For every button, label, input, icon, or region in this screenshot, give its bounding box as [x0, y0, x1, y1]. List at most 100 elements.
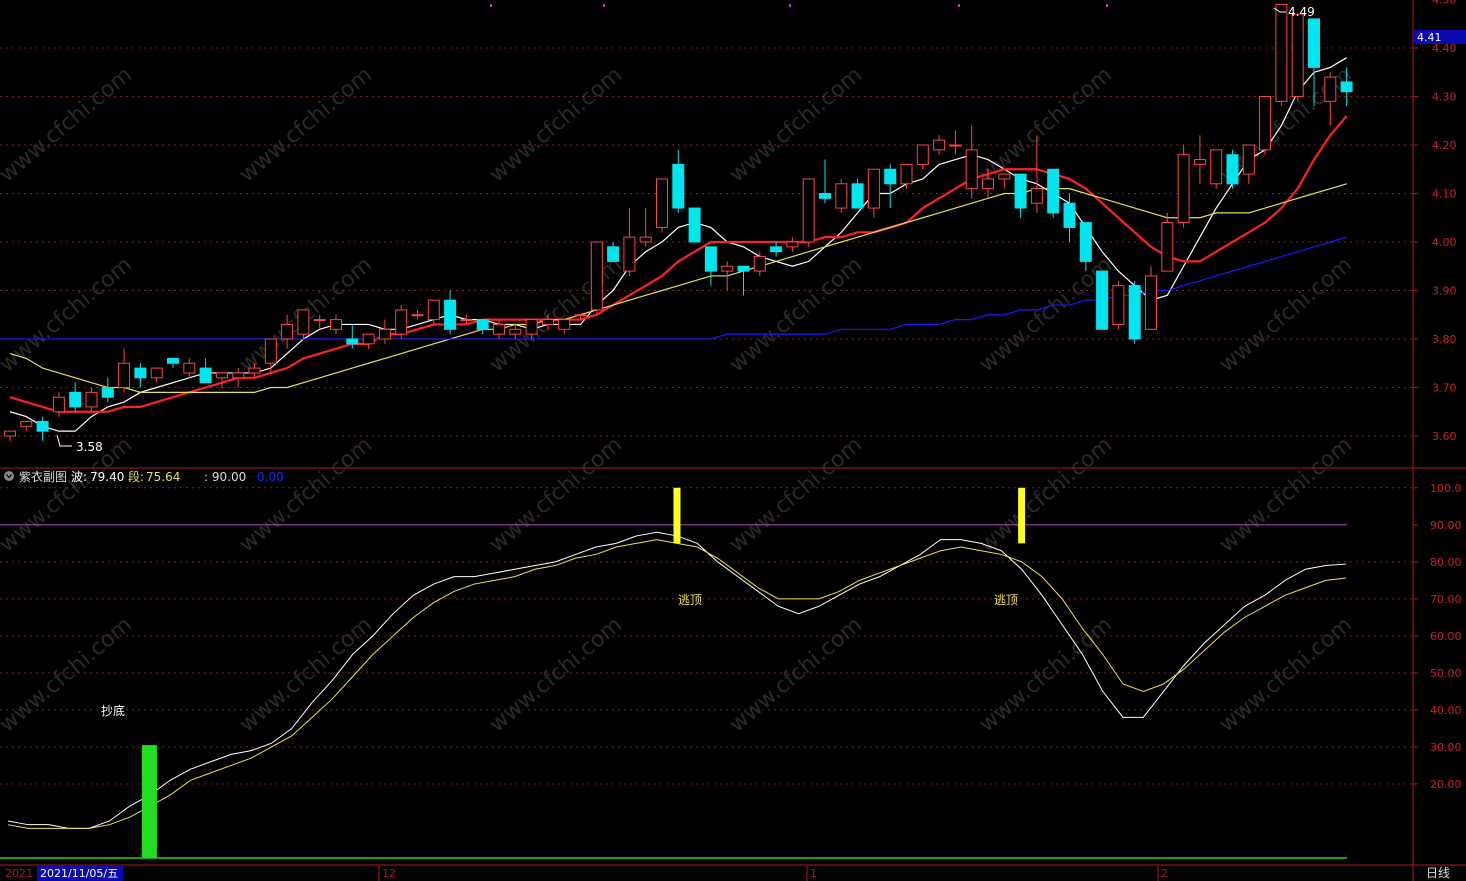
candle[interactable] — [656, 178, 668, 233]
candle-body — [1308, 18, 1320, 68]
price-tick-label: 4.20 — [1432, 139, 1457, 152]
current-price-tag: 4.41 — [1417, 31, 1442, 44]
collapse-icon[interactable] — [4, 471, 14, 481]
price-tick-label: 4.50 — [1432, 0, 1457, 7]
candle-body — [199, 367, 212, 384]
candle-body — [248, 367, 261, 374]
chart-background — [0, 0, 1466, 881]
candle[interactable] — [1226, 149, 1239, 189]
indicator-tick-label: 80.00 — [1430, 556, 1462, 569]
candle-body — [1128, 285, 1141, 340]
event-marker — [603, 4, 605, 7]
candle-body — [656, 178, 668, 228]
candle-body — [281, 323, 294, 340]
candle[interactable] — [1210, 149, 1223, 189]
candle-body — [118, 362, 131, 388]
candle-body — [1063, 202, 1076, 228]
segment-label: 段: — [128, 469, 144, 484]
price-tick-label: 3.90 — [1432, 285, 1457, 298]
candle-body — [982, 178, 994, 190]
high-price-marker: 4.49 — [1288, 5, 1315, 19]
candle-body — [101, 387, 114, 398]
candle-body — [1047, 168, 1060, 214]
low-price-marker: 3.58 — [76, 440, 103, 454]
candle-body — [965, 149, 978, 190]
wave-value: 79.40 — [90, 470, 124, 484]
top-signal-bar — [673, 487, 681, 544]
candle[interactable] — [1128, 280, 1141, 344]
candle-body — [1145, 275, 1157, 330]
candle-body — [867, 168, 880, 209]
indicator-tick-label: 40.00 — [1430, 704, 1462, 717]
candle[interactable] — [1291, 13, 1304, 102]
candle-body — [493, 323, 505, 335]
level-value: : 90.00 — [204, 470, 246, 484]
candle[interactable] — [835, 178, 848, 213]
period-selector[interactable]: 日线 — [1426, 866, 1450, 880]
candle-body — [688, 207, 701, 243]
bottom-signal-bar — [141, 745, 157, 858]
candle-body — [933, 139, 946, 151]
stock-chart-canvas[interactable]: www.cfchi.com www.cfchi.com www.cfchi.com w… — [0, 0, 1466, 881]
candle[interactable] — [395, 305, 408, 339]
bottom-signal-label: 抄底 — [101, 703, 125, 718]
event-marker — [1106, 4, 1108, 7]
candle-body — [4, 430, 16, 437]
candle-body — [786, 241, 799, 248]
candle[interactable] — [1275, 3, 1288, 107]
candle-body — [509, 328, 522, 335]
candle-body — [949, 144, 962, 147]
candle-body — [672, 163, 685, 209]
candle-body — [346, 338, 359, 345]
top-signal-bar — [1018, 487, 1026, 544]
candle-body — [444, 299, 457, 330]
candle-body — [721, 265, 734, 272]
candle-body — [1030, 188, 1043, 204]
candle-body — [1259, 96, 1272, 151]
candle-body — [770, 246, 783, 253]
segment-value: 75.64 — [146, 470, 180, 484]
candle-body — [835, 183, 848, 209]
candle[interactable] — [688, 207, 701, 243]
candle-body — [884, 168, 897, 185]
candle[interactable] — [1145, 266, 1157, 330]
candle[interactable] — [1112, 280, 1125, 330]
candle[interactable] — [802, 178, 815, 247]
candle-body — [395, 309, 408, 335]
candle-body — [753, 256, 766, 272]
candle[interactable] — [1047, 168, 1060, 218]
candle-body — [704, 246, 717, 272]
candle-body — [476, 319, 489, 330]
candle-body — [998, 173, 1011, 180]
candle-body — [1340, 81, 1353, 93]
candle-body — [607, 246, 620, 262]
candle-body — [20, 420, 33, 427]
candle[interactable] — [590, 241, 603, 315]
candle[interactable] — [1177, 145, 1190, 228]
candle[interactable] — [1096, 270, 1109, 330]
candle-body — [1210, 149, 1223, 185]
candle-body — [558, 319, 571, 330]
indicator-tick-label: 50.00 — [1430, 667, 1462, 680]
candle-body — [1096, 270, 1109, 330]
candle-body — [264, 338, 277, 364]
candle[interactable] — [851, 178, 864, 209]
candle-body — [1161, 222, 1174, 272]
candle-body — [167, 357, 179, 364]
cursor-date[interactable]: 2021/11/05/五 — [40, 867, 118, 880]
candle-body — [541, 319, 554, 325]
candle-body — [411, 314, 424, 317]
indicator-header[interactable]: 紫衣副图 波: 79.40 段: 75.64 : 90.00 0.00 — [4, 469, 284, 484]
candle-body — [313, 319, 326, 322]
candle-body — [1014, 173, 1027, 209]
candle-body — [1193, 159, 1206, 165]
candle-body — [1275, 3, 1288, 102]
price-tick-label: 3.60 — [1432, 430, 1457, 443]
candle-body — [1242, 144, 1255, 175]
price-tick-label: 4.00 — [1432, 236, 1457, 249]
candle[interactable] — [297, 309, 310, 339]
event-marker — [789, 4, 791, 7]
candle-body — [639, 236, 652, 243]
candle[interactable] — [1259, 96, 1272, 155]
indicator-tick-label: 90.00 — [1430, 519, 1462, 532]
